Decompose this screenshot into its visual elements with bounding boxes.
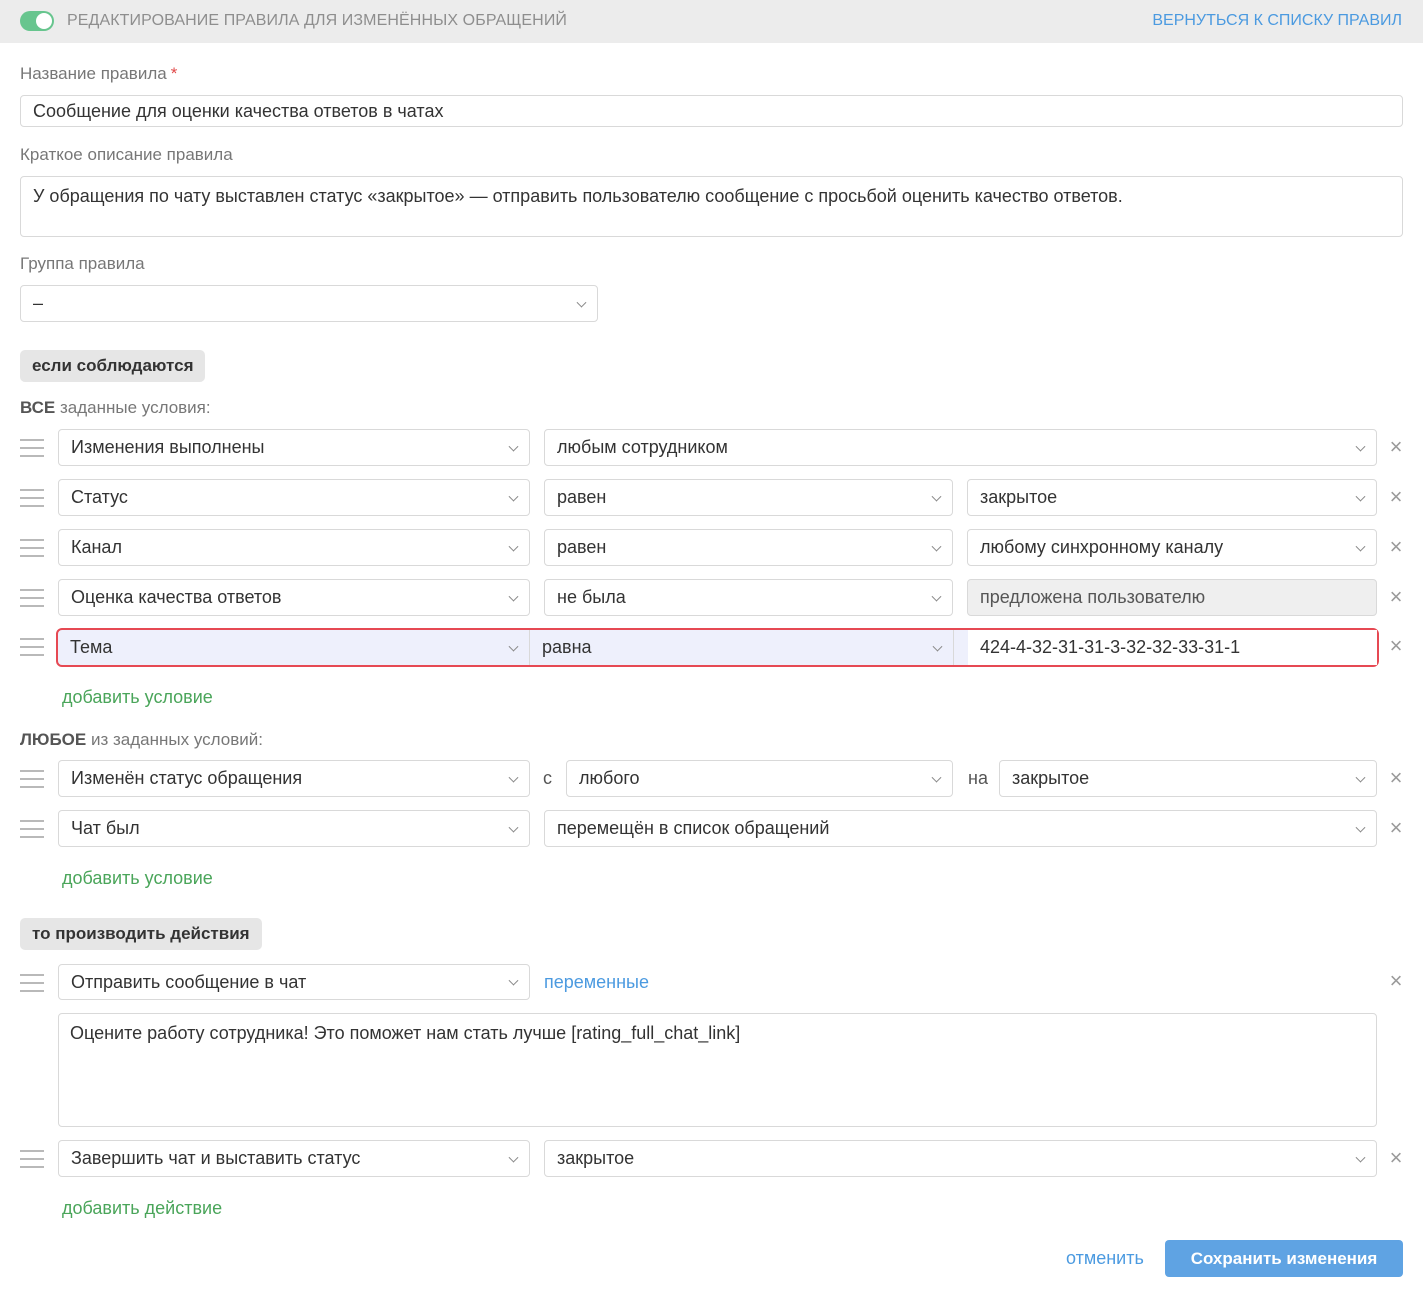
close-icon[interactable]: × (1387, 635, 1405, 657)
required-mark: * (170, 64, 178, 83)
condition-operator-select[interactable]: не была (544, 579, 953, 616)
condition-value-select[interactable]: любому синхронному каналу (967, 529, 1377, 566)
conditions-section-chip: если соблюдаются (20, 350, 206, 382)
chevron-down-icon (931, 591, 942, 602)
condition-field-select[interactable]: Оценка качества ответов (58, 579, 530, 616)
chevron-down-icon (508, 591, 519, 602)
chevron-down-icon (1355, 822, 1366, 833)
chevron-down-icon (931, 541, 942, 552)
drag-handle-icon[interactable] (20, 974, 44, 992)
page-title: РЕДАКТИРОВАНИЕ ПРАВИЛА ДЛЯ ИЗМЕНЁННЫХ ОБ… (67, 12, 568, 29)
status-to-select[interactable]: закрытое (999, 760, 1377, 797)
condition-value-readonly: предложена пользователю (967, 579, 1377, 616)
drag-handle-icon[interactable] (20, 589, 44, 607)
toggle-knob (36, 13, 52, 29)
condition-operator-select[interactable]: равен (544, 529, 953, 566)
action-value-select[interactable]: закрытое (544, 1140, 1377, 1177)
status-from-select[interactable]: любого (566, 760, 953, 797)
variables-link[interactable]: переменные (544, 972, 649, 993)
rule-description-textarea[interactable]: У обращения по чату выставлен статус «за… (20, 176, 1403, 237)
close-icon[interactable]: × (1387, 536, 1405, 558)
from-word: с (543, 768, 552, 788)
drag-handle-icon[interactable] (20, 539, 44, 557)
condition-field-select[interactable]: Изменения выполнены (58, 429, 530, 466)
close-icon[interactable]: × (1387, 436, 1405, 458)
condition-value-select[interactable]: закрытое (967, 479, 1377, 516)
condition-operator-select[interactable]: перемещён в список обращений (544, 810, 1377, 847)
rule-group-label: Группа правила (20, 254, 145, 273)
condition-operator-select[interactable]: равен (544, 479, 953, 516)
condition-field-select[interactable]: Канал (58, 529, 530, 566)
condition-value-input[interactable]: 424-4-32-31-31-3-32-32-33-31-1 (968, 630, 1377, 665)
condition-field-select[interactable]: Чат был (58, 810, 530, 847)
chevron-down-icon (1355, 541, 1366, 552)
drag-handle-icon[interactable] (20, 770, 44, 788)
all-conditions-hint: ВСЕ заданные условия: (20, 398, 211, 417)
drag-handle-icon[interactable] (20, 820, 44, 838)
chevron-down-icon (1355, 1152, 1366, 1163)
highlighted-condition-row: Тема равна 424-4-32-31-31-3-32-32-33-31-… (56, 628, 1379, 667)
chevron-down-icon (508, 1152, 519, 1163)
close-icon[interactable]: × (1387, 486, 1405, 508)
chevron-down-icon (932, 641, 943, 652)
action-type-select[interactable]: Отправить сообщение в чат (58, 964, 530, 1000)
to-word: на (968, 768, 988, 788)
rule-name-label: Название правила * (20, 64, 178, 83)
chevron-down-icon (931, 772, 942, 783)
close-icon[interactable]: × (1387, 1147, 1405, 1169)
chevron-down-icon (1355, 441, 1366, 452)
any-conditions-hint: ЛЮБОЕ из заданных условий: (20, 730, 263, 749)
add-condition-link[interactable]: добавить условие (62, 687, 213, 708)
condition-operator-select[interactable]: равна (530, 630, 954, 665)
close-icon[interactable]: × (1387, 586, 1405, 608)
message-textarea[interactable]: Оцените работу сотрудника! Это поможет н… (58, 1013, 1377, 1127)
rule-name-input[interactable]: Сообщение для оценки качества ответов в … (20, 95, 1403, 127)
action-type-select[interactable]: Завершить чат и выставить статус (58, 1140, 530, 1177)
add-action-link[interactable]: добавить действие (62, 1198, 222, 1219)
actions-section-chip: то производить действия (20, 918, 262, 950)
drag-handle-icon[interactable] (20, 489, 44, 507)
condition-field-select[interactable]: Статус (58, 479, 530, 516)
rule-group-select[interactable]: – (20, 285, 598, 322)
drag-handle-icon[interactable] (20, 638, 44, 656)
chevron-down-icon (508, 822, 519, 833)
rule-description-label: Краткое описание правила (20, 145, 233, 164)
add-condition-link[interactable]: добавить условие (62, 868, 213, 889)
chevron-down-icon (1355, 772, 1366, 783)
back-to-rules-link[interactable]: ВЕРНУТЬСЯ К СПИСКУ ПРАВИЛ (1152, 12, 1402, 30)
rule-group-value: – (33, 293, 44, 313)
condition-operator-select[interactable]: любым сотрудником (544, 429, 1377, 466)
chevron-down-icon (508, 975, 519, 986)
close-icon[interactable]: × (1387, 767, 1405, 789)
chevron-down-icon (508, 441, 519, 452)
close-icon[interactable]: × (1387, 817, 1405, 839)
cancel-link[interactable]: отменить (1066, 1248, 1144, 1269)
condition-field-select[interactable]: Изменён статус обращения (58, 760, 530, 797)
condition-field-select[interactable]: Тема (58, 630, 530, 665)
chevron-down-icon (508, 641, 519, 652)
chevron-down-icon (508, 772, 519, 783)
save-button[interactable]: Сохранить изменения (1165, 1240, 1403, 1277)
drag-handle-icon[interactable] (20, 1150, 44, 1168)
chevron-down-icon (508, 541, 519, 552)
chevron-down-icon (576, 297, 587, 308)
drag-handle-icon[interactable] (20, 439, 44, 457)
rule-enabled-toggle[interactable] (20, 11, 54, 31)
chevron-down-icon (1355, 491, 1366, 502)
close-icon[interactable]: × (1387, 970, 1405, 992)
chevron-down-icon (508, 491, 519, 502)
chevron-down-icon (931, 491, 942, 502)
